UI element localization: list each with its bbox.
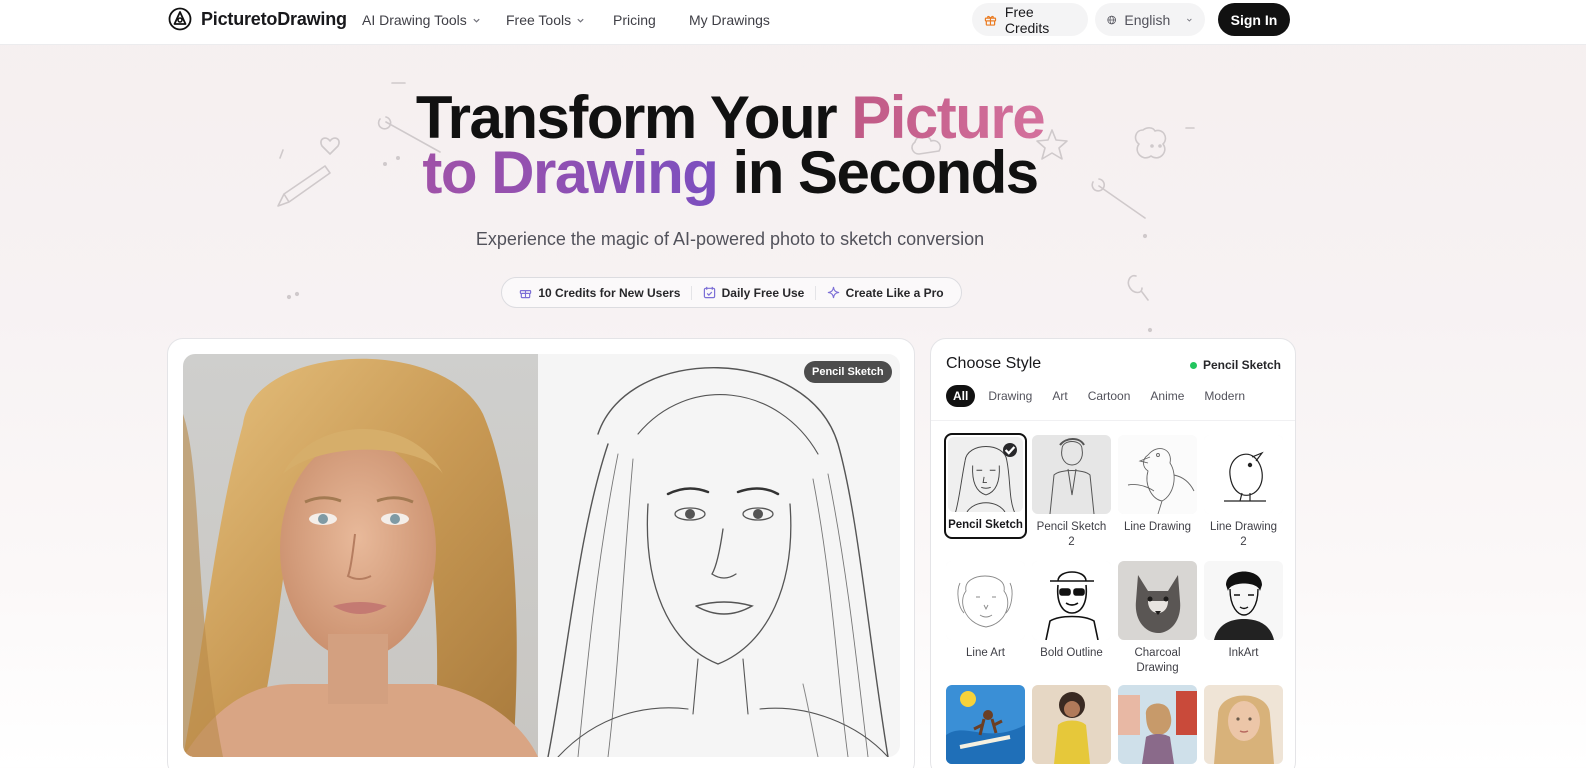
- original-photo: [183, 354, 538, 757]
- nav-free-tools[interactable]: Free Tools: [506, 12, 585, 28]
- hero-title-suffix: in Seconds: [717, 139, 1040, 206]
- tab-cartoon[interactable]: Cartoon: [1081, 385, 1138, 407]
- style-option-bold-outline[interactable]: Bold Outline: [1032, 561, 1111, 661]
- chevron-down-icon: [1187, 18, 1192, 22]
- nav-label: AI Drawing Tools: [362, 12, 467, 28]
- style-label: Pencil Sketch: [948, 519, 1023, 531]
- style-option-line-drawing[interactable]: Line Drawing: [1118, 435, 1197, 535]
- style-thumbnail: [1204, 435, 1283, 514]
- style-label: Line Art: [966, 647, 1005, 659]
- style-label: Line Drawing: [1123, 521, 1192, 533]
- style-thumbnail: [1032, 561, 1111, 640]
- gift-icon: [984, 15, 997, 26]
- current-style-badge: Pencil Sketch: [804, 361, 892, 383]
- selected-style-label: Pencil Sketch: [1202, 358, 1281, 372]
- feature-new-user-credits: 10 Credits for New Users: [519, 286, 680, 300]
- style-thumbnail: [946, 561, 1025, 640]
- sketch-result: [538, 354, 900, 757]
- style-option-charcoal-drawing[interactable]: Charcoal Drawing: [1118, 561, 1197, 676]
- brand-logo[interactable]: PicturetoDrawing: [168, 7, 347, 31]
- style-thumbnail: [1204, 561, 1283, 640]
- divider: [814, 285, 816, 300]
- style-label: InkArt: [1228, 647, 1259, 659]
- nav-label: My Drawings: [689, 12, 770, 28]
- hero-title-line-2: to Drawing in Seconds: [0, 141, 1460, 205]
- style-thumbnail: [1032, 685, 1111, 764]
- feature-label: Daily Free Use: [721, 285, 805, 300]
- language-selector[interactable]: English: [1095, 3, 1205, 36]
- divider: [691, 285, 692, 300]
- chevron-down-icon: [577, 18, 584, 23]
- tab-modern[interactable]: Modern: [1197, 385, 1252, 407]
- top-navbar: PicturetoDrawing AI Drawing Tools Free T…: [0, 0, 1586, 45]
- feature-label: Create Like a Pro: [845, 285, 944, 300]
- feature-create-like-pro: Create Like a Pro: [827, 286, 944, 300]
- selected-style-indicator: Pencil Sketch: [1189, 358, 1281, 372]
- panel-title: Choose Style: [946, 355, 1042, 372]
- feature-daily-free-use: Daily Free Use: [703, 285, 805, 300]
- tab-anime[interactable]: Anime: [1143, 385, 1191, 407]
- style-thumbnail: [1032, 435, 1111, 514]
- style-option-surf-illustration[interactable]: [946, 685, 1025, 764]
- sparkle-icon: [827, 286, 839, 299]
- before-after-preview: [167, 338, 915, 768]
- gift-icon: [520, 290, 532, 299]
- tab-drawing[interactable]: Drawing: [981, 385, 1039, 407]
- sign-in-button[interactable]: Sign In: [1218, 3, 1290, 36]
- tab-art[interactable]: Art: [1045, 385, 1074, 407]
- divider: [931, 420, 1295, 421]
- checkmark-icon: [1003, 443, 1017, 457]
- comparison-viewer[interactable]: [183, 354, 900, 757]
- feature-highlights: 10 Credits for New Users Daily Free Use …: [501, 277, 962, 308]
- style-label: Pencil Sketch 2: [1036, 521, 1107, 548]
- hero-title-accent: to Drawing: [422, 139, 719, 206]
- style-thumbnail: [948, 437, 1023, 512]
- style-label: Charcoal Drawing: [1134, 647, 1181, 674]
- hero-subtitle: Experience the magic of AI-powered photo…: [475, 229, 985, 249]
- chevron-down-icon: [473, 18, 480, 23]
- nav-my-drawings[interactable]: My Drawings: [689, 12, 770, 28]
- nav-pricing[interactable]: Pricing: [613, 12, 656, 28]
- style-label: Bold Outline: [1040, 647, 1103, 659]
- style-option-inkart[interactable]: InkArt: [1204, 561, 1283, 661]
- style-option-line-drawing-2[interactable]: Line Drawing 2: [1204, 435, 1283, 550]
- style-option-line-art[interactable]: Line Art: [946, 561, 1025, 661]
- globe-icon: [1107, 15, 1116, 24]
- tab-all[interactable]: All: [946, 385, 976, 407]
- style-option-watercolor[interactable]: [1118, 685, 1197, 764]
- calendar-check-icon: [703, 286, 715, 299]
- style-thumbnail: [1118, 435, 1197, 514]
- style-thumbnail: [1204, 685, 1283, 764]
- nav-label: Pricing: [613, 12, 656, 28]
- brand-mark-icon: [168, 7, 192, 31]
- style-picker-panel: Choose Style Pencil Sketch All Drawing A…: [930, 338, 1296, 768]
- status-dot-icon: [1189, 361, 1197, 369]
- style-option-soft-portrait[interactable]: [1204, 685, 1283, 764]
- style-label: Line Drawing 2: [1209, 521, 1278, 548]
- free-credits-label: Free Credits: [1004, 3, 1050, 36]
- style-option-pencil-sketch-2[interactable]: Pencil Sketch 2: [1032, 435, 1111, 550]
- nav-label: Free Tools: [506, 12, 572, 28]
- style-thumbnail: [1118, 685, 1197, 764]
- feature-label: 10 Credits for New Users: [538, 285, 681, 300]
- style-thumbnail: [1118, 561, 1197, 640]
- style-option-pencil-sketch[interactable]: Pencil Sketch: [944, 433, 1027, 539]
- style-option-fashion-illustration[interactable]: [1032, 685, 1111, 764]
- style-thumbnail: [946, 685, 1025, 764]
- style-category-tabs: All Drawing Art Cartoon Anime Modern: [946, 385, 1252, 407]
- language-label: English: [1124, 11, 1171, 28]
- free-credits-button[interactable]: Free Credits: [972, 3, 1088, 36]
- brand-name: PicturetoDrawing: [201, 8, 347, 29]
- nav-ai-drawing-tools[interactable]: AI Drawing Tools: [362, 12, 481, 28]
